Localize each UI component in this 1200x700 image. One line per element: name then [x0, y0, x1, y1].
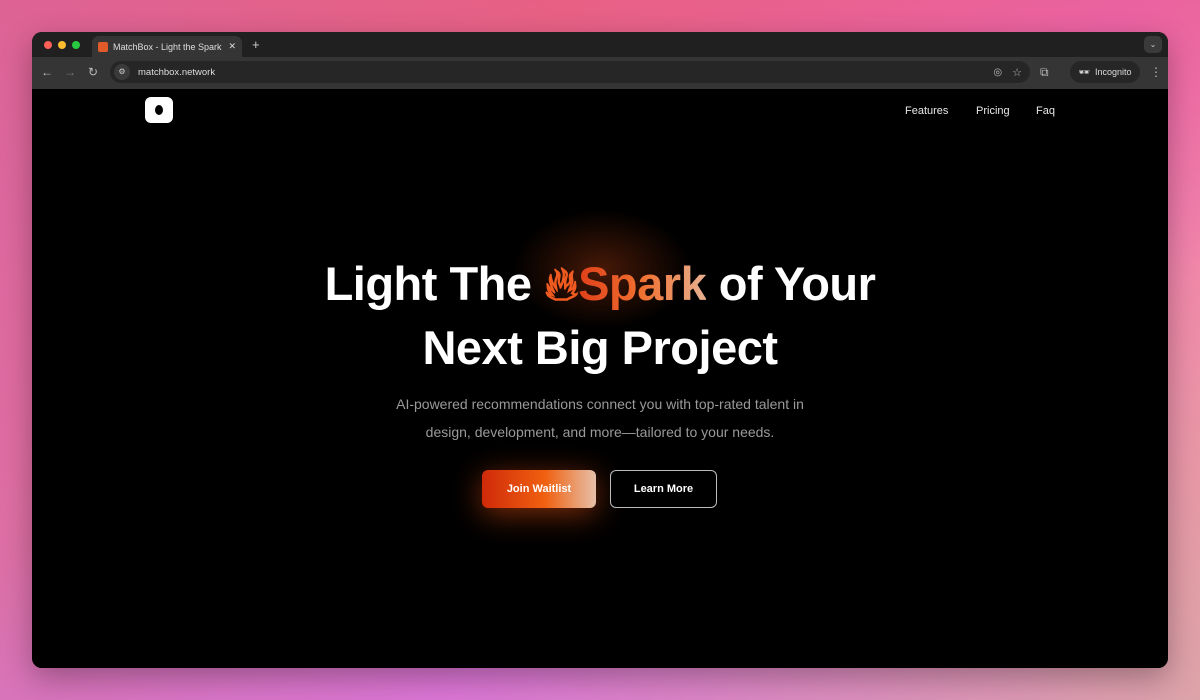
nav-pricing[interactable]: Pricing: [976, 105, 1010, 117]
site-settings-icon[interactable]: ⚙: [114, 64, 130, 80]
extensions-icon[interactable]: ⧉: [1040, 65, 1049, 80]
close-window-button[interactable]: [44, 41, 52, 49]
join-waitlist-button[interactable]: Join Waitlist: [482, 470, 596, 508]
forward-icon[interactable]: →: [64, 65, 76, 79]
close-tab-icon[interactable]: ✕: [228, 41, 236, 52]
subtitle-line2: design, development, and more—tailored t…: [425, 424, 775, 440]
browser-toolbar: ← → ↻ ⚙ matchbox.network ◎ ☆ ⧉ 🕶 Incogni…: [32, 57, 1168, 89]
eye-off-icon[interactable]: ◎: [993, 67, 1002, 78]
tab-title: MatchBox - Light the Spark of Your Next …: [113, 41, 223, 52]
incognito-icon: 🕶: [1078, 66, 1090, 77]
browser-tab[interactable]: MatchBox - Light the Spark of Your Next …: [92, 36, 242, 57]
new-tab-icon[interactable]: +: [252, 37, 260, 52]
hero-title-line1: Light The 🔥︎Spark of Your: [32, 260, 1168, 307]
incognito-badge[interactable]: 🕶 Incognito: [1070, 61, 1140, 83]
minimize-window-button[interactable]: [58, 41, 66, 49]
menu-kebab-icon[interactable]: ⋮: [1150, 65, 1162, 79]
learn-more-button[interactable]: Learn More: [610, 470, 717, 508]
address-bar[interactable]: ⚙ matchbox.network ◎ ☆: [110, 61, 1030, 83]
reload-icon[interactable]: ↻: [88, 65, 98, 79]
hero-subtitle: AI-powered recommendations connect you w…: [32, 390, 1168, 446]
maximize-window-button[interactable]: [72, 41, 80, 49]
tab-search-chevron-icon[interactable]: ⌄: [1144, 36, 1162, 53]
title-highlight: Spark: [578, 257, 707, 310]
subtitle-line1: AI-powered recommendations connect you w…: [396, 396, 804, 412]
nav-features[interactable]: Features: [905, 105, 948, 117]
hero-title-line2: Next Big Project: [422, 321, 778, 374]
tab-bar: MatchBox - Light the Spark of Your Next …: [32, 32, 1168, 57]
nav-faq[interactable]: Faq: [1036, 105, 1055, 117]
flame-icon: 🔥︎: [544, 257, 579, 310]
matchbox-favicon-icon: [98, 41, 108, 52]
web-page: Features Pricing Faq Light The 🔥︎Spark o…: [32, 89, 1168, 668]
url-text[interactable]: matchbox.network: [138, 67, 215, 78]
title-post: of Your: [706, 257, 876, 310]
matchbox-logo[interactable]: [145, 97, 173, 123]
incognito-label: Incognito: [1094, 67, 1132, 77]
back-icon[interactable]: ←: [41, 65, 53, 79]
bookmark-star-icon[interactable]: ☆: [1012, 66, 1022, 79]
title-pre: Light The: [324, 257, 545, 310]
browser-window: MatchBox - Light the Spark of Your Next …: [32, 32, 1168, 668]
